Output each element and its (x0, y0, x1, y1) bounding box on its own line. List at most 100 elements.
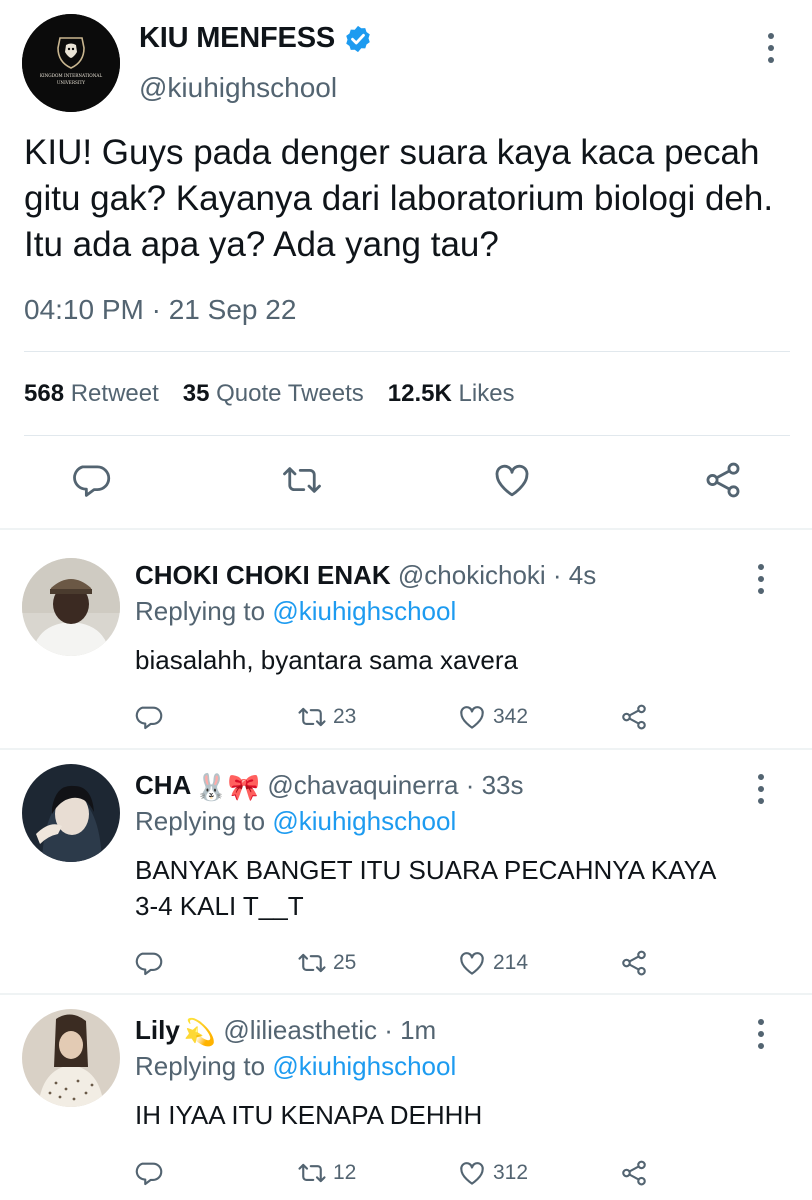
reply-text: BANYAK BANGET ITU SUARA PECAHNYA KAYA 3-… (135, 855, 715, 921)
like-icon (460, 1162, 484, 1185)
reply-button[interactable] (135, 1156, 165, 1190)
reply-handle-time[interactable]: @chokichoki · 4s (398, 560, 596, 590)
replying-to-label: Replying to (135, 1051, 266, 1081)
divider (24, 435, 790, 436)
reply-icon (135, 952, 163, 976)
reply-text: biasalahh, byantara sama xavera (135, 645, 519, 675)
like-icon (460, 952, 484, 975)
reply-author-name[interactable]: Lily (135, 1015, 180, 1045)
like-icon (460, 706, 484, 729)
author-name[interactable]: KIU MENFESS (139, 22, 373, 55)
retweet-icon (298, 953, 326, 973)
more-options-icon[interactable] (748, 772, 774, 806)
tweet-timestamp[interactable]: 04:10 PM · 21 Sep 22 (24, 294, 296, 326)
replying-to-label: Replying to (135, 596, 266, 626)
quotes-stat[interactable]: 35 Quote Tweets (183, 380, 364, 408)
share-button[interactable] (619, 1156, 649, 1190)
like-icon (495, 464, 529, 497)
replying-to-mention[interactable]: @kiuhighschool (272, 806, 456, 836)
more-options-icon[interactable] (748, 562, 774, 596)
retweet-icon (283, 467, 321, 493)
share-button[interactable] (619, 946, 649, 980)
quotes-count: 35 (182, 380, 210, 407)
divider (0, 528, 812, 530)
avatar-photo (22, 764, 120, 862)
reply-actions: 25 214 (0, 946, 812, 980)
reply-button[interactable] (135, 700, 165, 734)
replying-to: Replying to @kiuhighschool (135, 806, 456, 837)
reply-actions: 12 312 (0, 1156, 812, 1190)
replying-to-mention[interactable]: @kiuhighschool (272, 1051, 456, 1081)
avatar-photo (22, 1009, 120, 1107)
share-icon (706, 462, 740, 498)
reply-button[interactable] (72, 458, 114, 502)
retweet-button[interactable]: 23 (297, 700, 356, 734)
retweet-count: 12 (333, 1161, 357, 1184)
reply-text: IH IYAA ITU KENAPA DEHHH (135, 1100, 483, 1130)
tweet-text: KIU! Guys pada denger suara kaya kaca pe… (24, 133, 774, 264)
retweet-count: 25 (333, 951, 357, 974)
reply-tweet[interactable]: CHA 🐰🎀 @chavaquinerra · 33s Replying to @… (0, 764, 812, 990)
divider (0, 993, 812, 995)
reply-icon (73, 465, 111, 497)
reply-actions: 23 342 (0, 700, 812, 734)
like-count: 312 (493, 1161, 529, 1184)
retweet-button[interactable]: 12 (297, 1156, 356, 1190)
replying-to-label: Replying to (135, 806, 266, 836)
reply-tweet[interactable]: CHOKI CHOKI ENAK @chokichoki · 4s Replyi… (0, 558, 812, 746)
reply-handle-time[interactable]: @lilieasthetic · 1m (223, 1015, 436, 1045)
retweet-icon (298, 1163, 326, 1183)
avatar[interactable] (22, 558, 120, 656)
svg-text:UNIVERSITY: UNIVERSITY (57, 80, 85, 85)
share-button[interactable] (619, 700, 649, 734)
reply-tweet[interactable]: Lily 💫 @lilieasthetic · 1m Replying to @k… (0, 1009, 812, 1200)
replying-to: Replying to @kiuhighschool (135, 1051, 456, 1082)
like-count: 342 (493, 705, 529, 728)
reply-author-name[interactable]: CHA (135, 770, 191, 800)
reply-icon (135, 706, 163, 730)
likes-count: 12.5K (387, 380, 452, 407)
tweet-stats: 568 Retweet 35 Quote Tweets 12.5K Likes (24, 380, 539, 408)
author-name-text[interactable]: KIU MENFESS (139, 22, 335, 55)
reply-header: Lily 💫 @lilieasthetic · 1m (135, 1015, 436, 1048)
share-icon (622, 1160, 646, 1186)
retweets-label: Retweet (70, 380, 159, 407)
share-icon (622, 950, 646, 976)
replying-to-mention[interactable]: @kiuhighschool (272, 596, 456, 626)
kiu-logo-icon: KINGDOM INTERNATIONAL UNIVERSITY (22, 14, 120, 112)
name-emoji: 💫 (183, 1016, 217, 1047)
avatar[interactable] (22, 764, 120, 862)
share-button[interactable] (702, 458, 744, 502)
avatar-photo (22, 558, 120, 656)
reply-header: CHOKI CHOKI ENAK @chokichoki · 4s (135, 560, 596, 591)
likes-stat[interactable]: 12.5K Likes (388, 380, 515, 408)
reply-icon (135, 1162, 163, 1186)
retweet-icon (298, 707, 326, 727)
main-tweet: KINGDOM INTERNATIONAL UNIVERSITY KIU MEN… (0, 0, 812, 530)
retweet-button[interactable]: 25 (297, 946, 356, 980)
tweet-actions (0, 458, 812, 508)
retweet-button[interactable] (281, 458, 323, 502)
reply-handle-time[interactable]: @chavaquinerra · 33s (267, 770, 523, 800)
divider (0, 748, 812, 750)
avatar[interactable]: KINGDOM INTERNATIONAL UNIVERSITY (22, 14, 120, 112)
like-count: 214 (493, 951, 529, 974)
more-options-icon[interactable] (748, 1017, 774, 1051)
like-button[interactable] (491, 458, 533, 502)
verified-badge-icon (346, 25, 370, 52)
retweet-count: 23 (333, 705, 357, 728)
like-button[interactable]: 312 (457, 1156, 528, 1190)
share-icon (622, 704, 646, 730)
divider (24, 351, 790, 352)
retweets-stat[interactable]: 568 Retweet (24, 380, 159, 408)
like-button[interactable]: 214 (457, 946, 528, 980)
reply-button[interactable] (135, 946, 165, 980)
author-handle[interactable]: @kiuhighschool (139, 72, 337, 104)
like-button[interactable]: 342 (457, 700, 528, 734)
reply-author-name[interactable]: CHOKI CHOKI ENAK (135, 560, 391, 590)
more-options-icon[interactable] (758, 30, 784, 66)
quotes-label: Quote Tweets (216, 380, 364, 407)
reply-header: CHA 🐰🎀 @chavaquinerra · 33s (135, 770, 524, 803)
avatar[interactable] (22, 1009, 120, 1107)
likes-label: Likes (458, 380, 515, 407)
